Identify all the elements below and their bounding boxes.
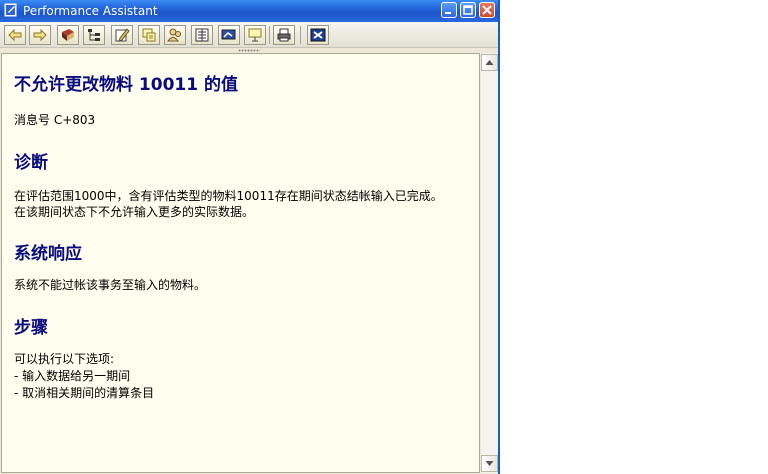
link-icon — [248, 28, 262, 42]
procedure-option-1: - 输入数据给另一期间 — [14, 369, 131, 383]
diagnosis-heading: 诊断 — [14, 153, 48, 173]
document-icon — [195, 28, 209, 42]
window-edit-icon — [4, 3, 17, 17]
procedure-option-2: - 取消相关期间的清算条目 — [14, 386, 155, 400]
scroll-down-button[interactable] — [481, 455, 498, 472]
diagnosis-text-line-1: 在评估范围1000中，含有评估类型的物料10011存在期间状态结帐输入已完成。 — [14, 189, 443, 203]
minimize-icon — [445, 12, 451, 14]
forward-arrow-icon — [33, 28, 47, 42]
notes-button[interactable] — [138, 25, 160, 45]
structure-button[interactable] — [83, 25, 105, 45]
arrow-up-icon — [485, 60, 494, 65]
splitter-grip[interactable] — [238, 49, 260, 52]
title-bar[interactable]: Performance Assistant — [0, 0, 500, 22]
vertical-scrollbar[interactable] — [481, 53, 498, 473]
notes-icon — [142, 28, 156, 42]
document-button[interactable] — [191, 25, 213, 45]
message-title: 不允许更改物料 10011 的值 — [14, 75, 238, 95]
edit-icon — [115, 28, 130, 42]
flag-button[interactable] — [218, 25, 240, 45]
forward-button[interactable] — [29, 25, 51, 45]
book-icon — [62, 29, 74, 41]
print-button[interactable] — [273, 25, 295, 45]
book-button[interactable] — [57, 25, 79, 45]
toolbar — [0, 22, 500, 48]
close-icon — [482, 5, 492, 15]
structure-icon — [88, 29, 100, 41]
performance-assistant-window: Performance Assistant 不允许更改物料 10011 的值 消… — [0, 0, 500, 474]
close-button[interactable] — [479, 2, 495, 18]
flag-icon — [221, 29, 236, 40]
back-button[interactable] — [4, 25, 26, 45]
system-response-text: 系统不能过帐该事务至输入的物料。 — [14, 278, 207, 292]
scroll-up-button[interactable] — [481, 54, 498, 71]
toolbar-separator — [269, 26, 270, 44]
arrow-down-icon — [485, 461, 494, 466]
exit-button[interactable] — [307, 25, 329, 45]
message-number: 消息号 C+803 — [14, 113, 96, 127]
system-response-heading: 系统响应 — [14, 244, 82, 264]
help-content-pane: 不允许更改物料 10011 的值 消息号 C+803 诊断 在评估范围1000中… — [1, 53, 480, 473]
minimize-button[interactable] — [441, 2, 457, 18]
window-right-border — [498, 0, 500, 474]
toolbar-separator — [300, 26, 301, 44]
procedure-heading: 步骤 — [14, 318, 48, 338]
procedure-intro: 可以执行以下选项: — [14, 352, 115, 366]
link-button[interactable] — [244, 25, 266, 45]
edit-button[interactable] — [111, 25, 133, 45]
printer-icon — [277, 28, 291, 42]
close-x-icon — [310, 28, 326, 42]
diagnosis-text-line-2: 在该期间状态下不允许输入更多的实际数据。 — [14, 205, 255, 219]
back-arrow-icon — [8, 28, 22, 42]
users-icon — [167, 28, 181, 42]
maximize-icon — [463, 5, 473, 15]
maximize-button[interactable] — [460, 2, 476, 18]
window-title: Performance Assistant — [23, 4, 158, 18]
users-button[interactable] — [164, 25, 186, 45]
